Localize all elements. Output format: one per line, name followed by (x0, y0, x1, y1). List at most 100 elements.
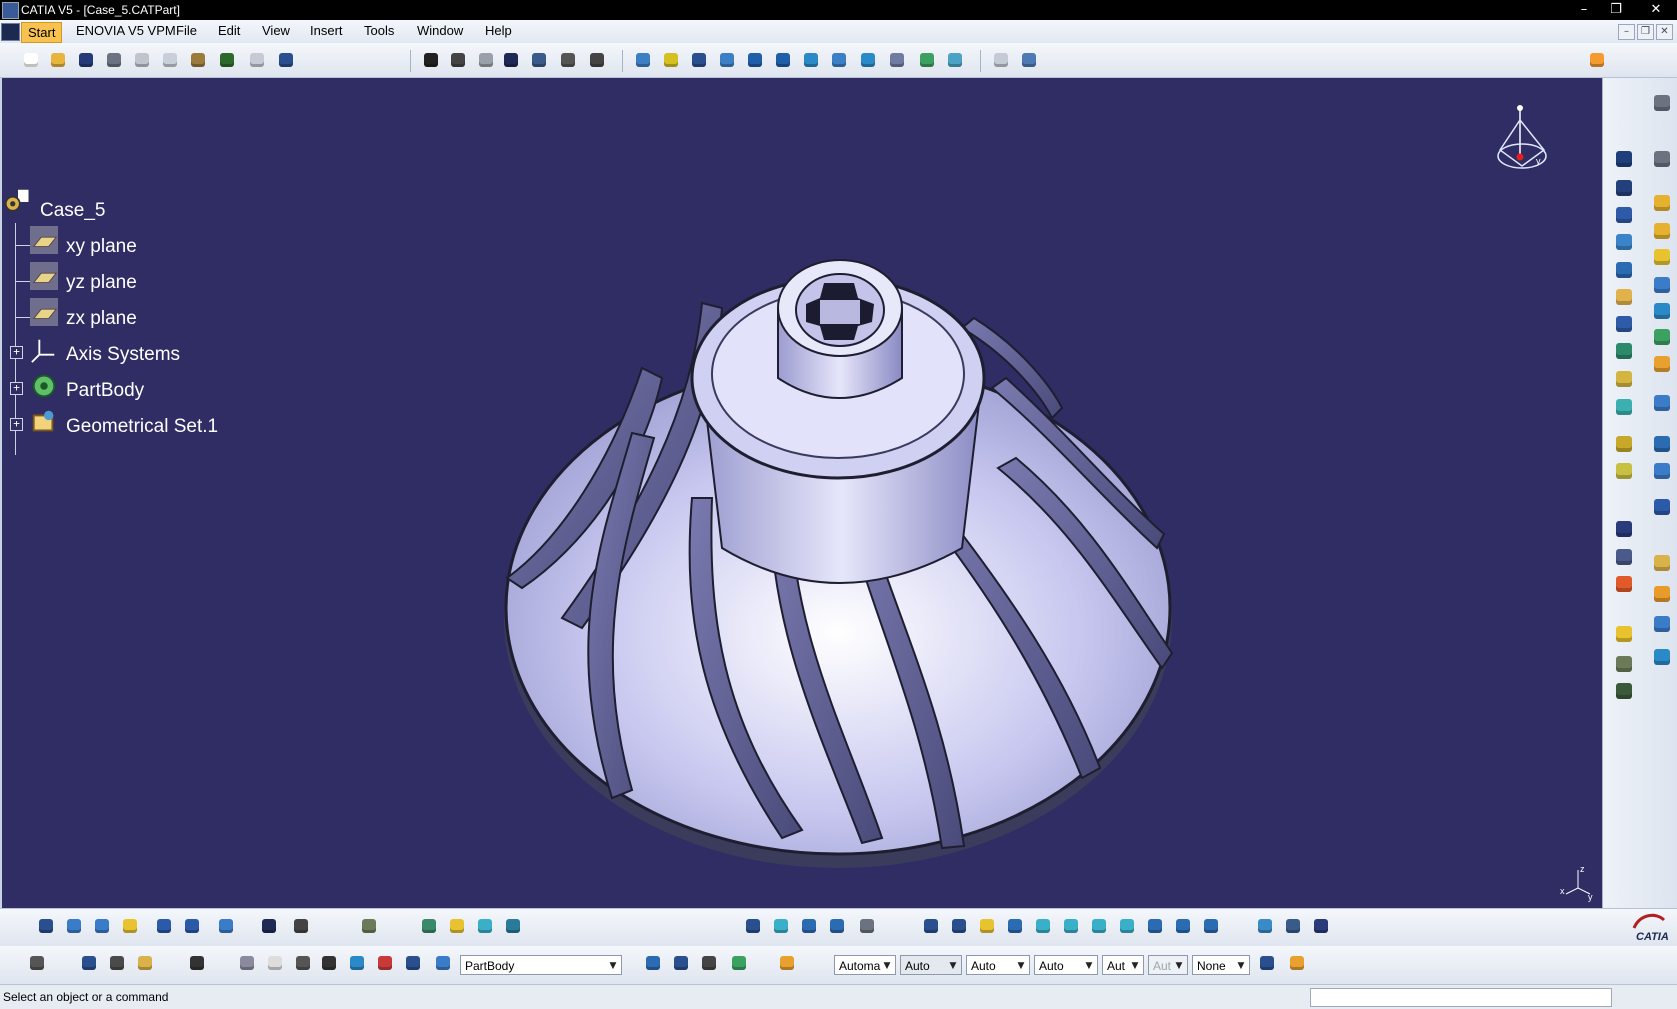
current-body-icon[interactable] (432, 952, 454, 974)
command-input[interactable] (1310, 988, 1612, 1007)
dimension-icon[interactable] (374, 952, 396, 974)
print-icon[interactable] (103, 49, 125, 71)
draft-icon[interactable] (1613, 313, 1635, 335)
fill-icon[interactable] (1088, 915, 1110, 937)
intersect-icon[interactable] (1651, 583, 1673, 605)
menu-window[interactable]: Window (417, 23, 463, 38)
pocket-icon[interactable] (1613, 177, 1635, 199)
healing-icon[interactable] (474, 915, 496, 937)
rib-icon[interactable] (1613, 231, 1635, 253)
spiral-icon[interactable] (1200, 915, 1222, 937)
extrude-surface-icon[interactable] (153, 915, 175, 937)
menu-file[interactable]: File (176, 23, 197, 38)
plane-tool-icon[interactable] (976, 915, 998, 937)
chevron-down-icon[interactable]: ▼ (1129, 956, 1141, 974)
hole-icon[interactable] (1651, 220, 1673, 242)
tree-expand-icon[interactable] (528, 49, 550, 71)
close-surface-icon[interactable] (1613, 460, 1635, 482)
shaft-icon[interactable] (1651, 192, 1673, 214)
blend-icon[interactable] (1060, 915, 1082, 937)
zoom-out-icon[interactable] (772, 49, 794, 71)
sketch-icon[interactable] (1651, 148, 1673, 170)
3d-viewport[interactable]: Case_5 xy plane yz plane zx plane + Axis… (2, 78, 1602, 908)
chamfer-icon[interactable] (1651, 300, 1673, 322)
assemble-icon[interactable] (1651, 552, 1673, 574)
connect-curve-icon[interactable] (826, 915, 848, 937)
pan-icon[interactable] (688, 49, 710, 71)
arc-icon[interactable] (770, 915, 792, 937)
layer-select[interactable]: None ▼ (1192, 955, 1250, 975)
save-icon[interactable] (75, 49, 97, 71)
thickness-icon[interactable] (1613, 340, 1635, 362)
curve-icon[interactable] (742, 915, 764, 937)
redo-icon[interactable] (246, 49, 268, 71)
fit-all-icon[interactable] (660, 49, 682, 71)
whats-this-icon[interactable] (275, 49, 297, 71)
flag-note-icon[interactable] (1613, 546, 1635, 568)
doc-close-button[interactable]: ✕ (1656, 24, 1673, 40)
add-material-icon[interactable] (1613, 623, 1635, 645)
open-icon[interactable] (47, 49, 69, 71)
plane-create-icon[interactable] (119, 915, 141, 937)
pad-icon[interactable] (1613, 148, 1635, 170)
chevron-down-icon[interactable]: ▼ (607, 956, 619, 974)
menu-edit[interactable]: Edit (218, 23, 240, 38)
multisection-icon[interactable] (1116, 915, 1138, 937)
mirror-icon[interactable] (1651, 392, 1673, 414)
menu-insert[interactable]: Insert (310, 23, 343, 38)
chevron-down-icon[interactable]: ▼ (947, 956, 959, 974)
lock-icon[interactable] (557, 49, 579, 71)
sweep-icon[interactable] (215, 915, 237, 937)
document-icon[interactable] (1, 23, 20, 41)
measure-inertia-icon[interactable] (134, 952, 156, 974)
line-thickness-select[interactable]: Auto ▼ (966, 955, 1030, 975)
point-create-icon[interactable] (920, 915, 942, 937)
format-painter-icon[interactable] (1256, 952, 1278, 974)
menu-enovia[interactable]: ENOVIA V5 VPM (76, 23, 176, 38)
analysis-icon[interactable] (1018, 49, 1040, 71)
pan-hand-icon[interactable] (264, 952, 286, 974)
join-icon[interactable] (446, 915, 468, 937)
point-symbol-select[interactable]: Aut ▼ (1102, 955, 1144, 975)
chevron-down-icon[interactable]: ▼ (1235, 956, 1247, 974)
groove-icon[interactable] (1613, 204, 1635, 226)
line-icon[interactable] (63, 915, 85, 937)
extract-icon[interactable] (502, 915, 524, 937)
multi-view-icon[interactable] (828, 49, 850, 71)
remove-face-icon[interactable] (1613, 368, 1635, 390)
help-pointer-icon[interactable] (1310, 915, 1332, 937)
expand-icon[interactable]: + (10, 346, 23, 359)
hide-show-icon[interactable] (916, 49, 938, 71)
corner-icon[interactable] (798, 915, 820, 937)
thread-icon[interactable] (1651, 353, 1673, 375)
coordinate-icon[interactable] (318, 952, 340, 974)
surface-analysis-icon[interactable] (1254, 915, 1276, 937)
doc-minimize-button[interactable]: – (1618, 24, 1635, 40)
catia-app-icon[interactable] (2, 2, 19, 19)
zoom-in-icon[interactable] (744, 49, 766, 71)
measure-item-icon[interactable] (106, 952, 128, 974)
expand-icon[interactable]: + (10, 382, 23, 395)
snap-point-icon[interactable] (290, 915, 312, 937)
layer-stack-icon[interactable] (728, 952, 750, 974)
copy-icon[interactable] (159, 49, 181, 71)
normal-view-icon[interactable] (800, 49, 822, 71)
expand-icon[interactable]: + (10, 418, 23, 431)
select-arrow-icon[interactable] (1586, 49, 1608, 71)
capture-icon[interactable] (186, 952, 208, 974)
maximize-button[interactable]: ❐ (1606, 1, 1626, 18)
circle-icon[interactable] (1004, 915, 1026, 937)
box-icon[interactable] (856, 915, 878, 937)
axis-create-icon[interactable] (292, 952, 314, 974)
body-insert-icon[interactable] (358, 915, 380, 937)
swap-space-icon[interactable] (944, 49, 966, 71)
stiffener-icon[interactable] (1613, 259, 1635, 281)
design-table-icon[interactable] (642, 952, 664, 974)
cut-icon[interactable] (131, 49, 153, 71)
workbench-gear-icon[interactable] (1651, 92, 1673, 114)
chain-icon[interactable] (1172, 915, 1194, 937)
fly-mode-icon[interactable] (632, 49, 654, 71)
properties-icon[interactable] (1286, 952, 1308, 974)
color-select[interactable]: Automa ▼ (834, 955, 896, 975)
chevron-down-icon[interactable]: ▼ (881, 956, 893, 974)
